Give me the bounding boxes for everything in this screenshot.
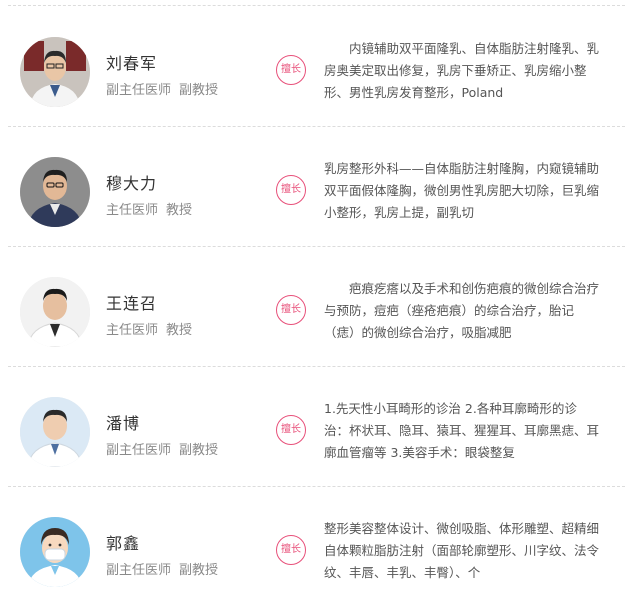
specialty-text: 1.先天性小耳畸形的诊治 2.各种耳廓畸形的诊治：杯状耳、隐耳、猿耳、猩猩耳、耳… — [324, 401, 600, 460]
specialty-badge: 擅长 — [276, 415, 306, 445]
cartoon-doctor-avatar-icon[interactable] — [20, 517, 90, 587]
doctor-name[interactable]: 王连召 — [106, 290, 157, 314]
doctor-title-text: 副主任医师 — [106, 83, 172, 98]
doctor-portrait-icon[interactable] — [20, 277, 90, 347]
doctor-name[interactable]: 穆大力 — [106, 170, 157, 194]
specialty-badge: 擅长 — [276, 295, 306, 325]
doctor-title: 副主任医师 副教授 — [106, 439, 218, 458]
doctor-rank-text: 副教授 — [179, 443, 219, 458]
doctor-rank-text: 教授 — [166, 323, 193, 338]
doctor-portrait-icon[interactable] — [20, 37, 90, 107]
doctor-row[interactable]: 王连召 主任医师 教授 擅长 疤痕疙瘩以及手术和创伤疤痕的微创综合治疗与预防，痘疤… — [0, 247, 625, 367]
specialty-badge: 擅长 — [276, 175, 306, 205]
doctor-title-text: 主任医师 — [106, 203, 159, 218]
doctor-rank-text: 副教授 — [179, 83, 219, 98]
doctor-name[interactable]: 潘博 — [106, 410, 140, 434]
doctor-row[interactable]: 潘博 副主任医师 副教授 擅长 1.先天性小耳畸形的诊治 2.各种耳廓畸形的诊治：… — [0, 367, 625, 487]
doctor-portrait-icon[interactable] — [20, 397, 90, 467]
doctor-title-text: 副主任医师 — [106, 443, 172, 458]
doctor-row[interactable]: 郭鑫 副主任医师 副教授 擅长 整形美容整体设计、微创吸脂、体形雕塑、超精细自体颗… — [0, 487, 625, 607]
doctor-row[interactable]: 刘春军 副主任医师 副教授 擅长 内镜辅助双平面隆乳、自体脂肪注射隆乳、乳房奥美定… — [0, 7, 625, 127]
doctor-rank-text: 教授 — [166, 203, 193, 218]
doctor-title: 副主任医师 副教授 — [106, 79, 218, 98]
doctor-portrait-icon[interactable] — [20, 157, 90, 227]
doctor-name[interactable]: 刘春军 — [106, 50, 157, 74]
specialty-badge: 擅长 — [276, 55, 306, 85]
doctor-title-text: 主任医师 — [106, 323, 159, 338]
doctor-name[interactable]: 郭鑫 — [106, 530, 140, 554]
specialty-text: 整形美容整体设计、微创吸脂、体形雕塑、超精细自体颗粒脂肪注射（面部轮廓塑形、川字… — [324, 521, 600, 580]
specialty-text: 内镜辅助双平面隆乳、自体脂肪注射隆乳、乳房奥美定取出修复，乳房下垂矫正、乳房缩小… — [324, 41, 600, 100]
divider — [8, 5, 625, 6]
doctor-rank-text: 副教授 — [179, 563, 219, 578]
doctor-title: 主任医师 教授 — [106, 199, 192, 218]
specialty-text: 乳房整形外科——自体脂肪注射隆胸，内窥镜辅助双平面假体隆胸，微创男性乳房肥大切除… — [324, 161, 600, 220]
doctor-title: 主任医师 教授 — [106, 319, 192, 338]
specialty-badge: 擅长 — [276, 535, 306, 565]
doctor-row[interactable]: 穆大力 主任医师 教授 擅长 乳房整形外科——自体脂肪注射隆胸，内窥镜辅助双平面假… — [0, 127, 625, 247]
specialty-text: 疤痕疙瘩以及手术和创伤疤痕的微创综合治疗与预防，痘疤（痤疮疤痕）的综合治疗，胎记… — [324, 281, 600, 340]
doctor-title: 副主任医师 副教授 — [106, 559, 218, 578]
doctor-title-text: 副主任医师 — [106, 563, 172, 578]
